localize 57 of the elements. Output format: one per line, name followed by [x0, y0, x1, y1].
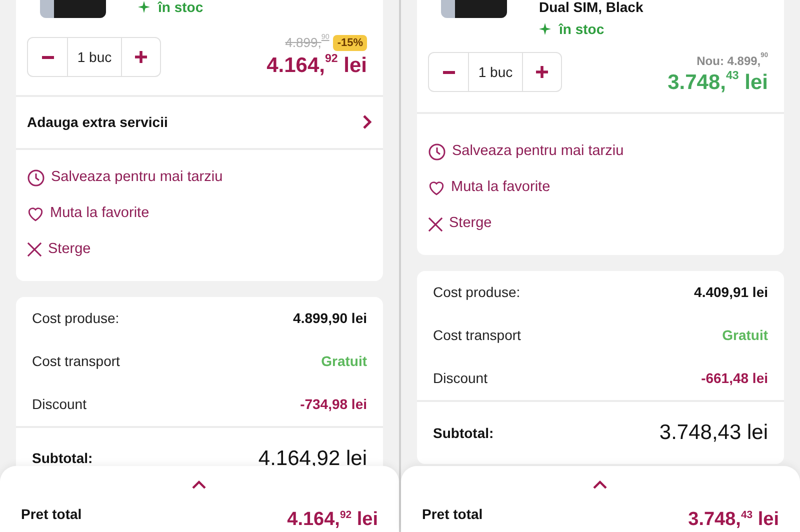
action-link[interactable]: Muta la favorite: [428, 177, 773, 199]
total-price: 4.164,$^{92}$ lei: [287, 510, 378, 530]
action-link[interactable]: Sterge: [428, 213, 773, 235]
summary-label: Cost produse:: [32, 308, 120, 328]
product-price: 3.748,$^{43}$ lei: [668, 70, 768, 96]
action-link[interactable]: Sterge: [27, 238, 372, 260]
photo-placeholder: [441, 0, 507, 18]
subtotal-label: Subtotal:: [433, 424, 494, 442]
action-link[interactable]: Muta la favorite: [27, 202, 372, 224]
summary-value: Gratuit: [722, 326, 768, 345]
heart-icon: [27, 206, 44, 222]
subtotal-value: 4.164,92 lei: [258, 446, 367, 472]
extra-services-row[interactable]: Adauga extra servicii: [16, 94, 383, 148]
summary-value: 4.409,91 lei: [694, 283, 768, 302]
sparkle-icon: [539, 23, 551, 35]
stock-status: în stoc: [158, 0, 204, 14]
summary-value: -734,98 lei: [300, 394, 367, 414]
minus-icon: [442, 70, 454, 74]
quantity-stepper[interactable]: 1 buc: [27, 37, 161, 77]
reference-price: 4.899,$^{90}$: [285, 33, 330, 52]
total-label: Pret total: [21, 505, 82, 524]
close-icon: [27, 242, 42, 257]
action-link[interactable]: Salveaza pentru mai tarziu: [428, 141, 773, 163]
chevron-up-icon[interactable]: [593, 480, 607, 489]
summary-label: Cost transport: [32, 352, 120, 371]
plus-icon: [135, 51, 147, 63]
heart-icon: [428, 180, 445, 196]
product-title: Dual SIM, Black: [539, 0, 644, 14]
photo-placeholder: [40, 0, 106, 18]
summary-label: Cost produse:: [433, 283, 520, 302]
summary-label: Discount: [433, 369, 488, 388]
plus-icon: [536, 66, 548, 78]
stock-status: în stoc: [559, 22, 604, 36]
summary-label: Discount: [32, 394, 86, 414]
action-link[interactable]: Salveaza pentru mai tarziu: [27, 166, 372, 188]
quantity-stepper[interactable]: 1 buc: [428, 52, 562, 92]
clock-icon: [428, 143, 446, 161]
subtotal-label: Subtotal:: [32, 449, 93, 468]
total-price: 3.748,$^{43}$ lei: [688, 510, 779, 530]
chevron-up-icon[interactable]: [192, 480, 206, 489]
summary-label: Cost transport: [433, 326, 521, 345]
total-label: Pret total: [422, 505, 483, 524]
clock-icon: [27, 168, 45, 186]
chevron-right-icon: [362, 115, 372, 129]
quantity-value: 1 buc: [67, 38, 122, 76]
discount-badge: -15%: [333, 34, 367, 51]
subtotal-value: 3.748,43 lei: [659, 420, 768, 446]
summary-value: Gratuit: [321, 352, 367, 370]
sparkle-icon: [138, 1, 150, 13]
extra-services-label: Adauga extra servicii: [27, 112, 168, 132]
quantity-value: 1 buc: [468, 53, 523, 91]
reference-price: Nou: 4.899,$^{90}$: [696, 52, 768, 70]
close-icon: [428, 216, 443, 232]
summary-value: 4.899,90 lei: [293, 308, 367, 328]
summary-value: -661,48 lei: [701, 369, 768, 388]
minus-icon: [42, 56, 54, 58]
product-price: 4.164,$^{92}$ lei: [266, 52, 367, 78]
